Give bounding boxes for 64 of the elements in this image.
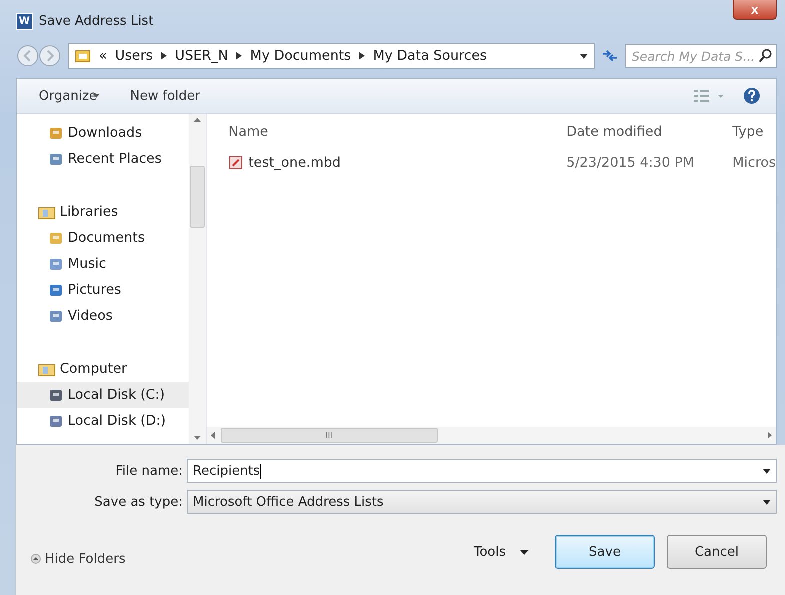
folder-icon [75, 49, 91, 63]
dropdown-icon [763, 468, 771, 474]
sidebar-item[interactable]: Local Disk (D:) [17, 408, 189, 434]
breadcrumb[interactable]: My Data Sources [373, 48, 488, 64]
dropdown-icon [763, 500, 771, 504]
search-field[interactable]: Search My Data S... [625, 44, 777, 68]
chevron-icon [236, 52, 242, 60]
save-type-label: Save as type: [94, 494, 183, 510]
word-app-icon: W [16, 12, 33, 30]
database-file-icon [228, 156, 243, 170]
library-folder-icon [38, 362, 56, 376]
new-folder-button[interactable]: New folder [130, 88, 200, 104]
breadcrumb[interactable]: USER_N [175, 48, 228, 64]
window-title: Save Address List [39, 14, 154, 28]
file-name-label: File name: [114, 464, 183, 478]
column-header[interactable]: Name [206, 124, 557, 140]
item-icon [48, 388, 64, 402]
tools-menu[interactable]: Tools [474, 544, 529, 560]
organize-menu[interactable]: Organize [39, 88, 100, 104]
dropdown-icon [520, 550, 529, 554]
breadcrumb[interactable]: Users [115, 48, 154, 64]
sidebar-item[interactable]: Music [17, 251, 189, 277]
column-header[interactable]: Date modified [556, 124, 727, 140]
view-options-icon[interactable] [694, 89, 724, 103]
sidebar-item[interactable]: Libraries [17, 199, 189, 225]
breadcrumb[interactable]: My Documents [250, 48, 352, 64]
library-folder-icon [38, 204, 56, 220]
sidebar-item[interactable]: Recent Places [17, 146, 189, 172]
item-icon [48, 308, 64, 324]
address-bar[interactable]: « Users USER_N My Documents My Data Sources [68, 43, 595, 69]
file-name-field[interactable]: Recipients [187, 459, 777, 483]
help-icon[interactable] [744, 88, 760, 104]
sidebar-item[interactable]: Downloads [17, 120, 189, 146]
dropdown-icon[interactable] [580, 54, 588, 58]
item-icon [48, 126, 64, 140]
chevron-icon [161, 52, 168, 60]
item-icon [48, 414, 64, 428]
save-button[interactable]: Save [555, 535, 655, 569]
scroll-grip: III [326, 431, 333, 440]
hide-folders-button[interactable]: Hide Folders [31, 552, 126, 566]
sidebar-item[interactable]: Computer [17, 356, 189, 382]
refresh-icon[interactable] [601, 49, 619, 63]
sidebar-item[interactable]: Pictures [17, 277, 189, 303]
sidebar-item[interactable]: Local Disk (C:) [17, 382, 189, 408]
sidebar-item[interactable]: Documents [17, 225, 189, 251]
item-icon [48, 282, 64, 298]
chevron-icon [359, 52, 366, 60]
item-icon [48, 256, 64, 272]
sidebar-item[interactable]: Videos [17, 303, 189, 329]
path-overflow[interactable]: « [99, 48, 108, 64]
file-name[interactable]: test_one.mbd [206, 155, 557, 171]
search-icon [759, 49, 772, 63]
vertical-scrollbar[interactable] [188, 114, 206, 444]
scroll-thumb[interactable] [190, 166, 205, 228]
item-icon [48, 230, 64, 246]
collapse-icon [31, 554, 41, 564]
scroll-left-icon[interactable] [210, 432, 215, 439]
column-header[interactable]: Type [726, 124, 776, 140]
scroll-right-icon[interactable] [768, 432, 772, 439]
cancel-button[interactable]: Cancel [667, 535, 767, 569]
table-cell-text: Micros [732, 155, 776, 171]
table-cell-text: 5/23/2015 4:30 PM [566, 155, 696, 171]
item-icon [48, 152, 64, 166]
save-type-dropdown[interactable]: Microsoft Office Address Lists [187, 490, 777, 514]
